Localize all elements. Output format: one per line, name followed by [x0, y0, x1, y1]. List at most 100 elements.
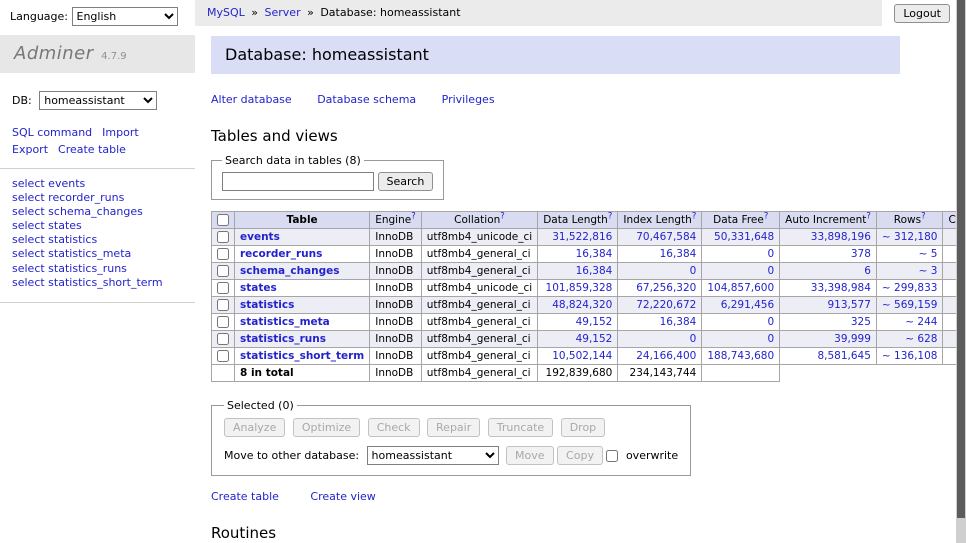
- index-length-link[interactable]: 24,166,400: [636, 350, 696, 362]
- data-length-link[interactable]: 49,152: [576, 316, 613, 328]
- sidebar-item-statistics-runs[interactable]: select statistics_runs: [12, 262, 183, 276]
- drop-button[interactable]: Drop: [561, 418, 605, 437]
- rows-count-link[interactable]: ~ 244: [905, 316, 937, 328]
- rows-count-link[interactable]: ~ 5: [919, 248, 938, 260]
- database-schema-link[interactable]: Database schema: [317, 93, 416, 106]
- table-name-link[interactable]: states: [240, 282, 277, 294]
- export-link[interactable]: Export: [12, 143, 48, 156]
- rows-count-link[interactable]: ~ 569,159: [882, 299, 938, 311]
- data-free-link[interactable]: 0: [767, 333, 774, 345]
- data-length-link[interactable]: 31,522,816: [552, 231, 612, 243]
- index-length-link[interactable]: 72,220,672: [636, 299, 696, 311]
- data-length-link[interactable]: 49,152: [576, 333, 613, 345]
- rows-count-link[interactable]: ~ 136,108: [882, 350, 938, 362]
- index-length-link[interactable]: 67,256,320: [636, 282, 696, 294]
- analyze-button[interactable]: Analyze: [224, 418, 285, 437]
- index-length-link[interactable]: 0: [690, 265, 697, 277]
- optimize-button[interactable]: Optimize: [293, 418, 360, 437]
- search-input[interactable]: [222, 172, 374, 191]
- data-length-link[interactable]: 101,859,328: [546, 282, 613, 294]
- auto-increment-link[interactable]: 33,898,196: [811, 231, 871, 243]
- data-free-link[interactable]: 104,857,600: [707, 282, 774, 294]
- auto-increment-link[interactable]: 39,999: [834, 333, 871, 345]
- table-name-link[interactable]: statistics_runs: [240, 333, 326, 345]
- copy-button[interactable]: Copy: [557, 446, 603, 465]
- index-length-link[interactable]: 16,384: [660, 316, 697, 328]
- select-all-checkbox[interactable]: [217, 214, 229, 226]
- data-free-link[interactable]: 0: [767, 248, 774, 260]
- index-length-link[interactable]: 70,467,584: [636, 231, 696, 243]
- db-select[interactable]: homeassistant: [39, 91, 157, 110]
- create-view-link[interactable]: Create view: [310, 490, 375, 503]
- create-table-link[interactable]: Create table: [211, 490, 279, 503]
- import-link[interactable]: Import: [102, 126, 139, 139]
- index-length-link[interactable]: 16,384: [660, 248, 697, 260]
- auto-increment-link[interactable]: 325: [851, 316, 871, 328]
- sidebar-item-states[interactable]: select states: [12, 219, 183, 233]
- logout-button[interactable]: Logout: [894, 4, 950, 23]
- sidebar-item-statistics-short-term[interactable]: select statistics_short_term: [12, 276, 183, 290]
- table-name-link[interactable]: schema_changes: [240, 265, 340, 277]
- data-length-link[interactable]: 48,824,320: [552, 299, 612, 311]
- data-free-link[interactable]: 188,743,680: [707, 350, 774, 362]
- data-length-link[interactable]: 16,384: [576, 248, 613, 260]
- index-length-link[interactable]: 0: [690, 333, 697, 345]
- sql-command-link[interactable]: SQL command: [12, 126, 92, 139]
- truncate-button[interactable]: Truncate: [488, 418, 553, 437]
- breadcrumb-mysql-link[interactable]: MySQL: [207, 6, 245, 19]
- auto-increment-link[interactable]: 913,577: [828, 299, 871, 311]
- rows-count-link[interactable]: ~ 3: [919, 265, 938, 277]
- create-table-link-side[interactable]: Create table: [58, 143, 126, 156]
- row-checkbox[interactable]: [217, 282, 229, 294]
- row-checkbox[interactable]: [217, 333, 229, 345]
- data-length-help-link[interactable]: ?: [608, 212, 613, 222]
- move-button[interactable]: Move: [506, 446, 554, 465]
- data-length-link[interactable]: 10,502,144: [552, 350, 612, 362]
- row-checkbox[interactable]: [217, 299, 229, 311]
- rows-help-link[interactable]: ?: [921, 212, 926, 222]
- auto-increment-link[interactable]: 8,581,645: [817, 350, 870, 362]
- search-button[interactable]: Search: [378, 172, 434, 191]
- language-select[interactable]: English: [72, 7, 178, 26]
- collation-help-link[interactable]: ?: [500, 212, 505, 222]
- sidebar-item-statistics[interactable]: select statistics: [12, 233, 183, 247]
- data-free-help-link[interactable]: ?: [764, 212, 769, 222]
- overwrite-checkbox[interactable]: [606, 450, 618, 462]
- sidebar-item-schema-changes[interactable]: select schema_changes: [12, 205, 183, 219]
- sidebar-item-events[interactable]: select events: [12, 177, 183, 191]
- data-length-link[interactable]: 16,384: [576, 265, 613, 277]
- data-free-link[interactable]: 6,291,456: [721, 299, 774, 311]
- scrollbar-thumb[interactable]: [957, 0, 965, 518]
- auto-increment-link[interactable]: 378: [851, 248, 871, 260]
- engine-help-link[interactable]: ?: [411, 212, 416, 222]
- rows-count-link[interactable]: ~ 312,180: [882, 231, 938, 243]
- rows-count-link[interactable]: ~ 299,833: [882, 282, 938, 294]
- privileges-link[interactable]: Privileges: [442, 93, 495, 106]
- row-checkbox[interactable]: [217, 248, 229, 260]
- vertical-scrollbar[interactable]: [956, 0, 966, 543]
- repair-button[interactable]: Repair: [427, 418, 480, 437]
- auto-increment-link[interactable]: 6: [864, 265, 871, 277]
- row-checkbox[interactable]: [217, 231, 229, 243]
- data-free-link[interactable]: 0: [767, 316, 774, 328]
- sidebar-item-statistics-meta[interactable]: select statistics_meta: [12, 247, 183, 261]
- table-name-link[interactable]: statistics_meta: [240, 316, 330, 328]
- check-button[interactable]: Check: [368, 418, 420, 437]
- breadcrumb-server-link[interactable]: Server: [265, 6, 301, 19]
- data-free-link[interactable]: 50,331,648: [714, 231, 774, 243]
- data-free-link[interactable]: 0: [767, 265, 774, 277]
- table-name-link[interactable]: recorder_runs: [240, 248, 322, 260]
- auto-increment-link[interactable]: 33,398,984: [811, 282, 871, 294]
- row-checkbox[interactable]: [217, 350, 229, 362]
- row-checkbox[interactable]: [217, 265, 229, 277]
- move-database-select[interactable]: homeassistant: [367, 446, 499, 465]
- table-name-link[interactable]: statistics_short_term: [240, 350, 364, 362]
- alter-database-link[interactable]: Alter database: [211, 93, 292, 106]
- rows-count-link[interactable]: ~ 628: [905, 333, 937, 345]
- auto-increment-help-link[interactable]: ?: [866, 212, 871, 222]
- index-length-help-link[interactable]: ?: [692, 212, 697, 222]
- table-name-link[interactable]: events: [240, 231, 280, 243]
- sidebar-item-recorder-runs[interactable]: select recorder_runs: [12, 191, 183, 205]
- table-name-link[interactable]: statistics: [240, 299, 294, 311]
- row-checkbox[interactable]: [217, 316, 229, 328]
